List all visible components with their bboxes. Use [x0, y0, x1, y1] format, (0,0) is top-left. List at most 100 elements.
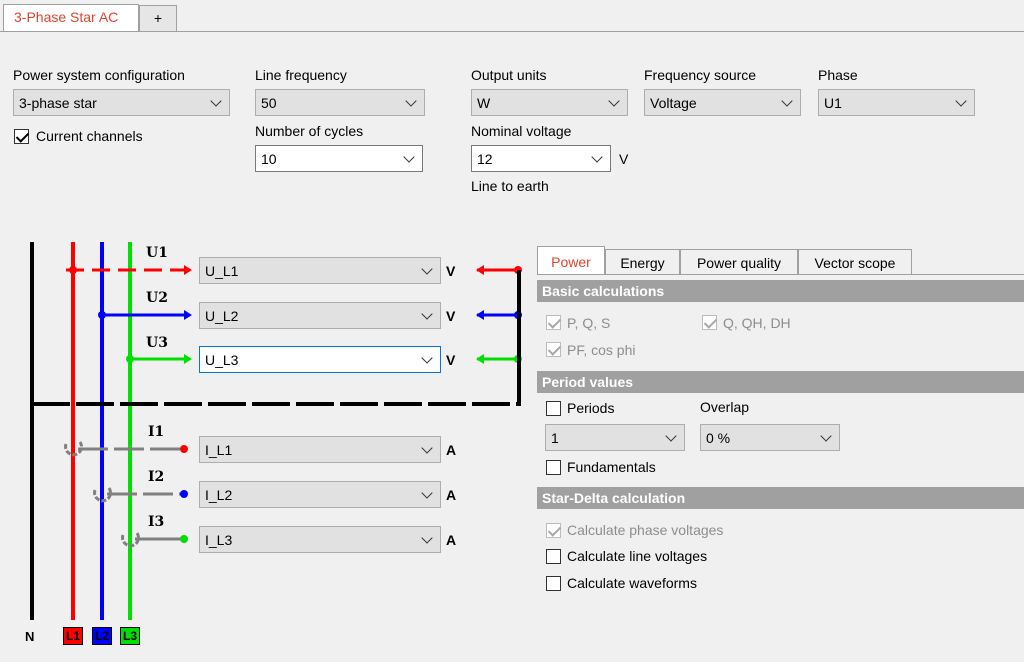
- right-tabs-divider: [537, 274, 1024, 275]
- neutral-line-label: N: [25, 629, 35, 644]
- chevron-down-icon: [608, 95, 620, 107]
- clamp-i2: [93, 487, 188, 503]
- number-of-cycles-value: 10: [261, 151, 277, 167]
- line-frequency-select[interactable]: 50: [255, 89, 425, 116]
- power-system-value: 3-phase star: [19, 95, 97, 111]
- chevron-down-icon: [405, 95, 417, 107]
- power-system-label: Power system configuration: [13, 67, 185, 83]
- phase-value: U1: [824, 95, 842, 111]
- i2-channel-value: I_L2: [205, 487, 233, 503]
- chevron-down-icon: [781, 95, 793, 107]
- star-delta-header: Star-Delta calculation: [537, 487, 1024, 509]
- overlap-label: Overlap: [700, 399, 750, 415]
- q-qh-dh-checkbox[interactable]: [702, 315, 717, 330]
- power-system-select[interactable]: 3-phase star: [13, 89, 230, 116]
- l2-line-badge: L2: [92, 627, 113, 645]
- tab-power-quality[interactable]: Power quality: [680, 249, 798, 275]
- chevron-down-icon: [403, 151, 415, 163]
- pf-cosphi-checkbox[interactable]: [546, 342, 561, 357]
- overlap-value: 0 %: [706, 430, 731, 446]
- i3-channel-select[interactable]: I_L3: [199, 526, 441, 553]
- chevron-down-icon: [210, 95, 222, 107]
- periods-value: 1: [551, 430, 559, 446]
- pqs-label: P, Q, S: [567, 315, 611, 331]
- u1-label: U1: [146, 245, 168, 261]
- u2-unit: V: [446, 308, 456, 324]
- pqs-checkbox[interactable]: [546, 315, 561, 330]
- current-channels-checkbox[interactable]: [14, 129, 29, 144]
- u1-channel-select[interactable]: U_L1: [199, 257, 441, 284]
- nominal-voltage-label: Nominal voltage: [471, 123, 572, 139]
- fundamentals-checkbox[interactable]: [546, 460, 561, 475]
- i1-channel-value: I_L1: [205, 442, 233, 458]
- current-channels-label: Current channels: [36, 128, 143, 144]
- tab-vector-scope[interactable]: Vector scope: [798, 249, 912, 275]
- frequency-source-value: Voltage: [650, 95, 697, 111]
- basic-calculations-header: Basic calculations: [537, 280, 1024, 302]
- overlap-select[interactable]: 0 %: [700, 424, 840, 451]
- tab-label: 3-Phase Star AC: [14, 9, 119, 25]
- u2-channel-value: U_L2: [205, 308, 239, 324]
- nominal-voltage-value: 12: [477, 151, 493, 167]
- i3-label: I3: [148, 514, 165, 530]
- tab-power-quality-label: Power quality: [696, 255, 782, 271]
- i1-channel-select[interactable]: I_L1: [199, 436, 441, 463]
- calc-line-voltages-label: Calculate line voltages: [567, 548, 708, 564]
- add-tab-button[interactable]: +: [139, 5, 177, 31]
- plus-icon: +: [153, 10, 163, 26]
- u1-unit: V: [446, 263, 456, 279]
- tab-power-label: Power: [551, 254, 591, 270]
- output-units-label: Output units: [471, 67, 547, 83]
- nominal-voltage-select[interactable]: 12: [471, 145, 611, 172]
- clamp-i3: [121, 532, 188, 548]
- u3-channel-value: U_L3: [205, 352, 239, 368]
- line-to-earth-note: Line to earth: [471, 178, 549, 194]
- calc-phase-voltages-label: Calculate phase voltages: [567, 522, 724, 538]
- chevron-down-icon: [421, 442, 433, 454]
- tab-energy[interactable]: Energy: [605, 249, 680, 275]
- tab-energy-label: Energy: [620, 255, 665, 271]
- i3-channel-value: I_L3: [205, 532, 233, 548]
- u3-label: U3: [146, 335, 168, 351]
- tab-vector-scope-label: Vector scope: [814, 255, 896, 271]
- u3-channel-select[interactable]: U_L3: [199, 346, 441, 373]
- phase-select[interactable]: U1: [818, 89, 975, 116]
- i1-label: I1: [148, 424, 165, 440]
- output-units-select[interactable]: W: [471, 89, 628, 116]
- tab-3-phase-star-ac[interactable]: 3-Phase Star AC: [3, 4, 139, 31]
- number-of-cycles-select[interactable]: 10: [255, 145, 423, 172]
- u2-channel-select[interactable]: U_L2: [199, 302, 441, 329]
- line-frequency-label: Line frequency: [255, 67, 347, 83]
- chevron-down-icon: [955, 95, 967, 107]
- l1-line-badge: L1: [63, 627, 84, 645]
- periods-checkbox[interactable]: [546, 401, 561, 416]
- chevron-down-icon: [421, 532, 433, 544]
- i1-unit: A: [446, 442, 457, 458]
- i2-unit: A: [446, 487, 457, 503]
- calc-phase-voltages-checkbox[interactable]: [546, 523, 561, 538]
- l3-line-badge: L3: [120, 627, 141, 645]
- i2-label: I2: [148, 469, 165, 485]
- tab-power[interactable]: Power: [537, 246, 605, 275]
- periods-select[interactable]: 1: [545, 424, 685, 451]
- chevron-down-icon: [820, 430, 832, 442]
- chevron-down-icon: [421, 487, 433, 499]
- periods-label: Periods: [567, 400, 615, 416]
- pf-cosphi-label: PF, cos phi: [567, 342, 636, 358]
- wiring-diagram: [30, 242, 522, 620]
- period-values-header: Period values: [537, 371, 1024, 393]
- tab-strip-divider: [0, 31, 1024, 32]
- u1-channel-value: U_L1: [205, 263, 239, 279]
- chevron-down-icon: [421, 263, 433, 275]
- clamp-i1: [64, 441, 188, 457]
- frequency-source-select[interactable]: Voltage: [644, 89, 801, 116]
- u3-unit: V: [446, 352, 456, 368]
- calc-waveforms-checkbox[interactable]: [546, 576, 561, 591]
- calc-line-voltages-checkbox[interactable]: [546, 549, 561, 564]
- fundamentals-label: Fundamentals: [567, 459, 656, 475]
- i2-channel-select[interactable]: I_L2: [199, 481, 441, 508]
- u2-label: U2: [146, 290, 168, 306]
- chevron-down-icon: [421, 308, 433, 320]
- chevron-down-icon: [421, 352, 433, 364]
- phase-label: Phase: [818, 67, 858, 83]
